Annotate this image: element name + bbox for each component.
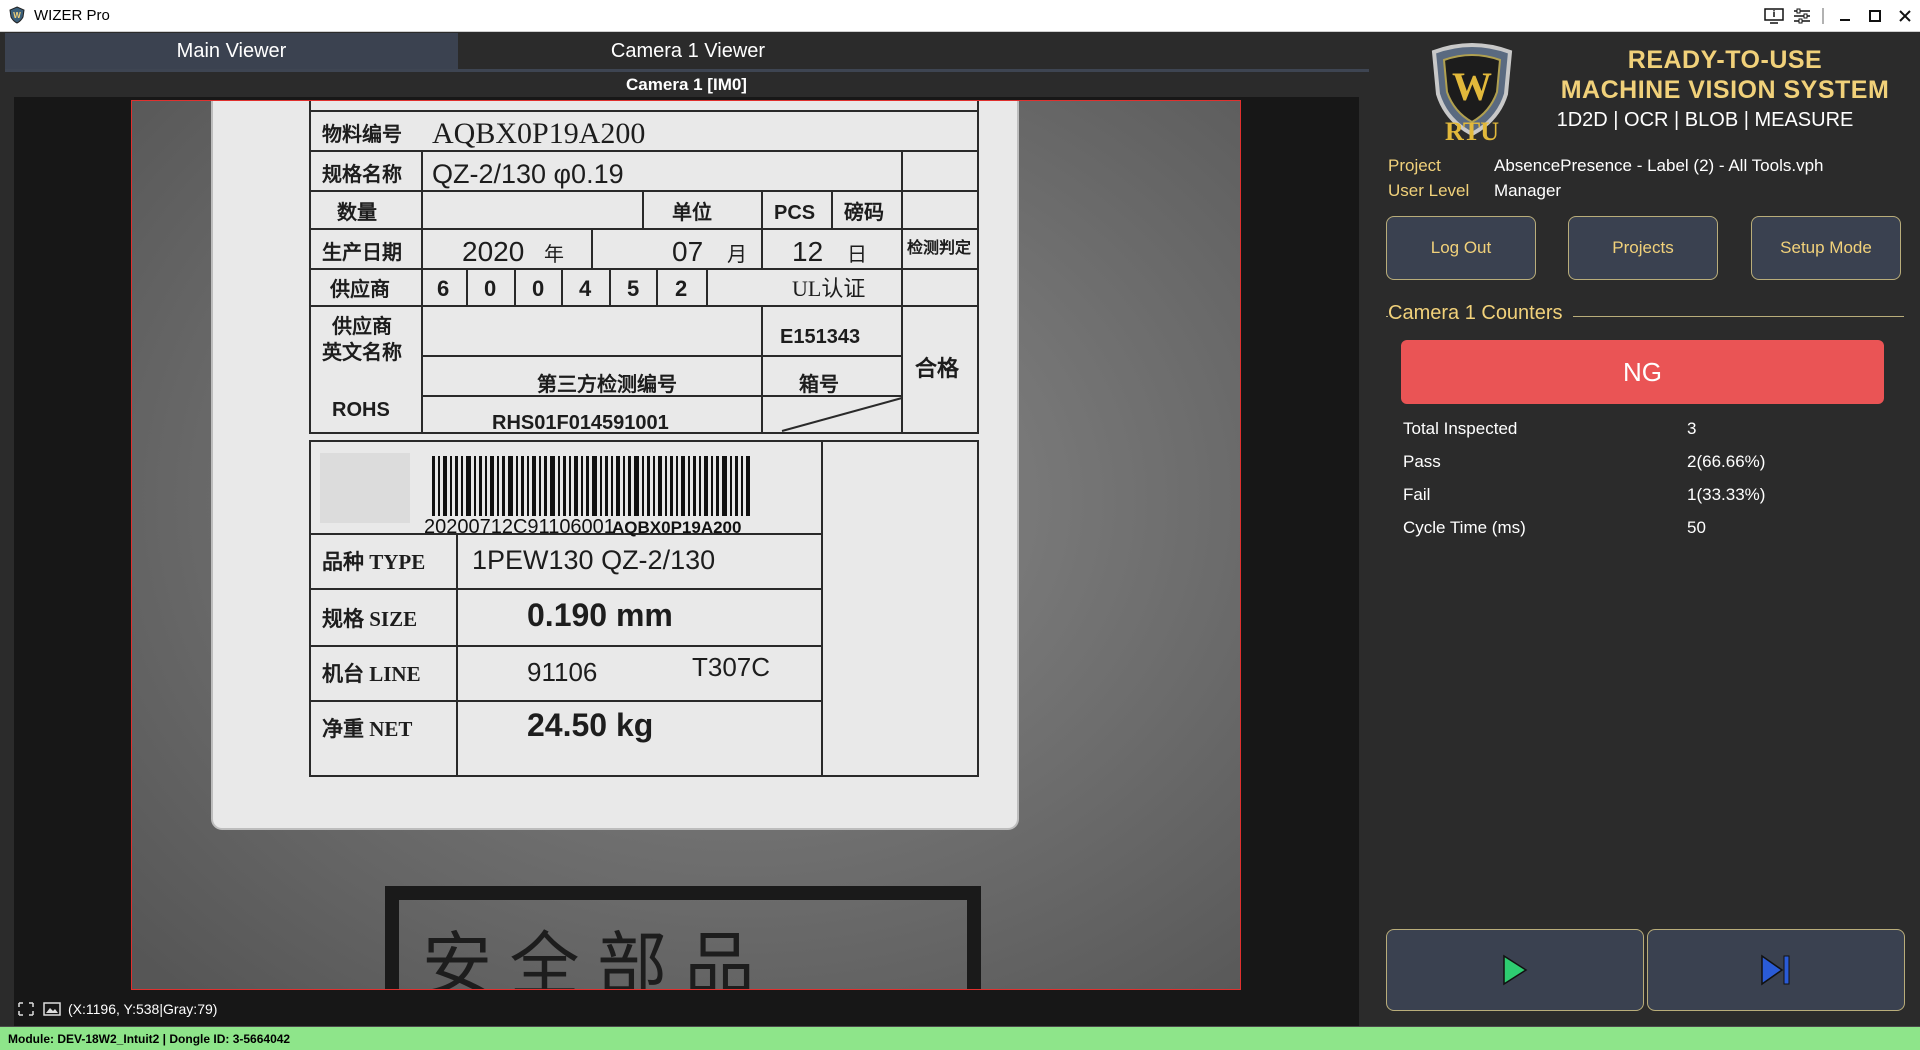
label-inspect: 检测判定 bbox=[907, 238, 971, 257]
label-rohs: ROHS bbox=[332, 399, 390, 421]
label-unit: 单位 bbox=[672, 200, 712, 224]
label-row-7: 英文名称 bbox=[322, 340, 402, 364]
label-third-party-no: RHS01F014591001 bbox=[492, 412, 669, 434]
step-forward-icon bbox=[1761, 954, 1790, 986]
image-icon[interactable] bbox=[42, 1000, 62, 1018]
label-ul-no: E151343 bbox=[780, 326, 860, 348]
coordinate-bar: (X:1196, Y:538|Gray:79) bbox=[16, 998, 217, 1020]
label-bottom-text: 安 全 部 品 bbox=[422, 928, 755, 989]
svg-text:W: W bbox=[13, 11, 21, 20]
rtu-logo: W RTU bbox=[1431, 43, 1513, 142]
fit-view-icon[interactable] bbox=[16, 1000, 36, 1018]
label-row-1: 物料编号 bbox=[322, 122, 402, 146]
stat-value-cycle: 50 bbox=[1687, 518, 1706, 537]
stat-label-cycle: Cycle Time (ms) bbox=[1403, 518, 1526, 537]
svg-text:6: 6 bbox=[437, 276, 449, 301]
brand-title-2: MACHINE VISION SYSTEM bbox=[1560, 76, 1890, 104]
step-button[interactable] bbox=[1647, 929, 1905, 1011]
project-label: Project bbox=[1388, 156, 1441, 175]
label-row-6: 供应商 bbox=[331, 314, 392, 338]
label-month: 07 bbox=[672, 236, 703, 267]
label-size: 规格 SIZE bbox=[322, 607, 417, 631]
label-pcs: PCS bbox=[774, 202, 815, 224]
label-row-3: 数量 bbox=[337, 200, 377, 224]
label-line: 机台 LINE bbox=[322, 662, 421, 686]
stat-value-pass: 2(66.66%) bbox=[1687, 452, 1766, 471]
user-level-value: Manager bbox=[1494, 181, 1562, 200]
label-spec: QZ-2/130 φ0.19 bbox=[432, 159, 624, 189]
label-size-value: 0.190 mm bbox=[527, 597, 673, 633]
tab-main-viewer[interactable]: Main Viewer bbox=[5, 33, 458, 69]
cursor-coordinates: (X:1196, Y:538|Gray:79) bbox=[68, 1001, 218, 1017]
brand-title-1: READY-TO-USE bbox=[1627, 46, 1823, 74]
stat-label-total: Total Inspected bbox=[1403, 419, 1518, 438]
label-year-suffix: 年 bbox=[544, 243, 564, 266]
label-row-5: 供应商 bbox=[329, 277, 390, 301]
label-weight: 磅码 bbox=[844, 200, 884, 224]
label-box-no: 箱号 bbox=[799, 372, 839, 396]
status-bar: Module: DEV-18W2_Intuit2 | Dongle ID: 3-… bbox=[0, 1026, 1920, 1050]
label-net-value: 24.50 kg bbox=[527, 707, 653, 743]
label-barcode-part: AQBX0P19A200 bbox=[612, 518, 741, 537]
minimize-icon[interactable] bbox=[1830, 0, 1860, 31]
svg-text:4: 4 bbox=[579, 276, 592, 301]
main-area: Main Viewer Camera 1 Viewer Camera 1 [IM… bbox=[0, 32, 1920, 1027]
log-out-button[interactable]: Log Out bbox=[1386, 216, 1536, 280]
tab-camera-1-viewer[interactable]: Camera 1 Viewer bbox=[458, 33, 918, 69]
counters-title: Camera 1 Counters bbox=[1388, 302, 1573, 325]
result-badge: NG bbox=[1401, 340, 1884, 404]
label-day-suffix: 日 bbox=[847, 244, 867, 266]
setup-mode-button[interactable]: Setup Mode bbox=[1751, 216, 1901, 280]
status-text: Module: DEV-18W2_Intuit2 | Dongle ID: 3-… bbox=[8, 1032, 291, 1046]
camera-image[interactable]: 物料编号 规格名称 数量 生产日期 供应商 供应商 英文名称 ROHS 单位 P… bbox=[131, 100, 1241, 990]
window-title: WIZER Pro bbox=[34, 7, 110, 24]
svg-text:W: W bbox=[1452, 64, 1492, 109]
label-row-2: 规格名称 bbox=[322, 162, 402, 186]
label-third-party: 第三方检测编号 bbox=[537, 372, 677, 396]
user-level-label: User Level bbox=[1388, 181, 1470, 200]
monitor-info-icon[interactable] bbox=[1760, 0, 1788, 31]
label-part-no: AQBX0P19A200 bbox=[432, 117, 645, 150]
viewer-tabs: Main Viewer Camera 1 Viewer bbox=[5, 33, 1369, 72]
label-barcode-text: 20200712C91106001 bbox=[424, 516, 615, 538]
image-viewer[interactable]: 物料编号 规格名称 数量 生产日期 供应商 供应商 英文名称 ROHS 单位 P… bbox=[14, 97, 1359, 1027]
label-month-suffix: 月 bbox=[727, 244, 747, 266]
stat-label-fail: Fail bbox=[1403, 485, 1431, 504]
svg-text:0: 0 bbox=[532, 276, 544, 301]
titlebar-separator bbox=[1816, 0, 1830, 31]
run-button[interactable] bbox=[1386, 929, 1644, 1011]
label-ul: UL认证 bbox=[792, 276, 865, 301]
right-panel: W RTU READY-TO-USE MACHINE VISION SYSTEM… bbox=[1370, 32, 1920, 1026]
label-row-4: 生产日期 bbox=[322, 240, 402, 264]
maximize-icon[interactable] bbox=[1860, 0, 1890, 31]
svg-text:5: 5 bbox=[627, 276, 639, 301]
brand-subtitle: 1D2D | OCR | BLOB | MEASURE bbox=[1556, 109, 1854, 131]
label-type: 品种 TYPE bbox=[322, 550, 425, 574]
label-pass-mark: 合格 bbox=[915, 356, 960, 381]
label-day: 12 bbox=[792, 236, 823, 267]
settings-sliders-icon[interactable] bbox=[1788, 0, 1816, 31]
label-year: 2020 bbox=[462, 236, 524, 267]
label-line-code: T307C bbox=[692, 652, 770, 682]
stat-value-fail: 1(33.33%) bbox=[1687, 485, 1766, 504]
play-icon bbox=[1503, 954, 1528, 986]
stat-label-pass: Pass bbox=[1403, 452, 1441, 471]
app-shield-icon: W bbox=[9, 6, 25, 24]
stat-value-total: 3 bbox=[1687, 419, 1697, 438]
title-bar: W WIZER Pro bbox=[0, 0, 1920, 32]
svg-text:2: 2 bbox=[675, 276, 687, 301]
label-net: 净重 NET bbox=[322, 717, 412, 741]
project-value: AbsencePresence - Label (2) - All Tools.… bbox=[1494, 156, 1824, 175]
label-type-value: 1PEW130 QZ-2/130 bbox=[472, 545, 715, 575]
projects-button[interactable]: Projects bbox=[1568, 216, 1718, 280]
svg-text:0: 0 bbox=[484, 276, 496, 301]
svg-text:RTU: RTU bbox=[1445, 117, 1499, 142]
camera-title: Camera 1 [IM0] bbox=[626, 75, 747, 94]
close-icon[interactable] bbox=[1890, 0, 1920, 31]
label-line-value: 91106 bbox=[527, 657, 597, 687]
